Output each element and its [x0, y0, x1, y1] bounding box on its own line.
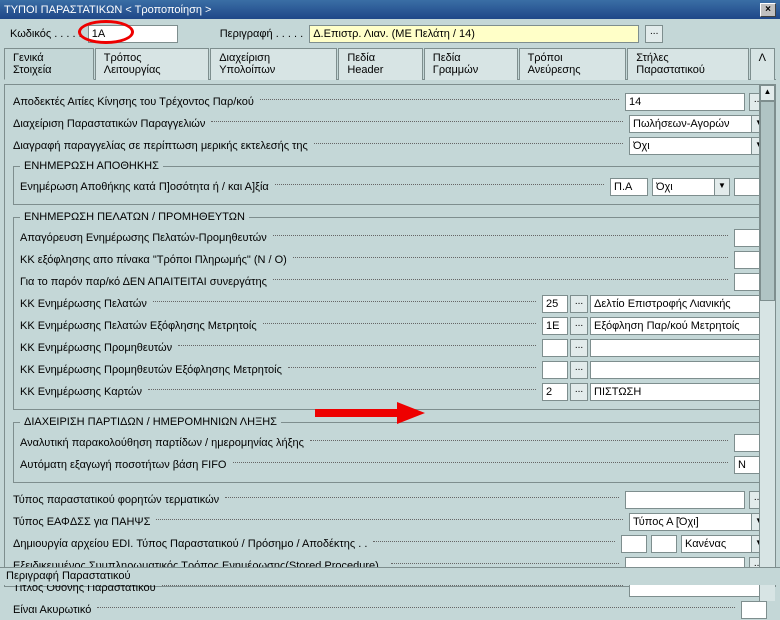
fs2r6-desc[interactable]: [590, 339, 760, 357]
fs2r5-desc[interactable]: [590, 317, 760, 335]
b3-label: Δημιουργία αρχείου EDI. Τύπος Παραστατικ…: [13, 538, 367, 550]
fs1r1-val1[interactable]: [610, 178, 648, 196]
kodikos-label: Κωδικός . . . . .: [10, 28, 82, 40]
fs2r7-label: ΚΚ Ενημέρωσης Προμηθευτών Εξόφλησης Μετρ…: [20, 364, 282, 376]
fs2r5-code[interactable]: [542, 317, 568, 335]
header-row: Κωδικός . . . . . Περιγραφή . . . . . ..…: [0, 19, 780, 47]
fs2r6-code[interactable]: [542, 339, 568, 357]
r3-label: Διαγραφή παραγγελίας σε περίπτωση μερική…: [13, 140, 308, 152]
window-title: ΤΥΠΟΙ ΠΑΡΑΣΤΑΤΙΚΩΝ < Τροποποίηση >: [4, 4, 211, 16]
fs2r6-lookup[interactable]: ...: [570, 339, 588, 357]
b3-combo[interactable]: [681, 535, 751, 553]
b3-v1[interactable]: [621, 535, 647, 553]
fs1r1-extra[interactable]: [734, 178, 760, 196]
tab-genika[interactable]: Γενικά Στοιχεία: [4, 48, 94, 80]
tab-more[interactable]: Λ: [750, 48, 775, 80]
fs2r8-desc[interactable]: [590, 383, 760, 401]
tab-ypoloipon[interactable]: Διαχείριση Υπολοίπων: [210, 48, 337, 80]
fs2r5-lookup[interactable]: ...: [570, 317, 588, 335]
tab-grammon[interactable]: Πεδία Γραμμών: [424, 48, 518, 80]
r1-label: Αποδεκτές Αιτίες Κίνησης του Τρέχοντος Π…: [13, 96, 254, 108]
tab-header[interactable]: Πεδία Header: [338, 48, 422, 80]
perigrafi-lookup-button[interactable]: ...: [645, 25, 663, 43]
fs2r2-input[interactable]: [734, 251, 760, 269]
pelaton-fieldset: ΕΝΗΜΕΡΩΣΗ ΠΕΛΑΤΩΝ / ΠΡΟΜΗΘΕΥΤΩΝ Απαγόρευ…: [13, 211, 767, 410]
pelaton-legend: ΕΝΗΜΕΡΩΣΗ ΠΕΛΑΤΩΝ / ΠΡΟΜΗΘΕΥΤΩΝ: [20, 211, 249, 223]
partidon-legend: ΔΙΑΧΕΙΡΙΣΗ ΠΑΡΤΙΔΩΝ / ΗΜΕΡΟΜΗΝΙΩΝ ΛΗΞΗΣ: [20, 416, 281, 428]
b2-combo[interactable]: [629, 513, 751, 531]
fs3r1-input[interactable]: [734, 434, 760, 452]
perigrafi-label: Περιγραφή . . . . .: [220, 28, 303, 40]
apothiki-legend: ΕΝΗΜΕΡΩΣΗ ΑΠΟΘΗΚΗΣ: [20, 160, 163, 172]
fs1r1-label: Ενημέρωση Αποθήκης κατά Π]οσότητα ή / κα…: [20, 181, 269, 193]
vertical-scrollbar[interactable]: ▲ ▼: [759, 85, 775, 601]
fs2r2-label: ΚΚ εξόφλησης απο πίνακα "Τρόποι Πληρωμής…: [20, 254, 287, 266]
r1-input[interactable]: [625, 93, 745, 111]
b6-input[interactable]: [741, 601, 767, 619]
fs2r8-lookup[interactable]: ...: [570, 383, 588, 401]
tab-stiles[interactable]: Στήλες Παραστατικού: [627, 48, 748, 80]
b1-input[interactable]: [625, 491, 745, 509]
fs2r1-label: Απαγόρευση Ενημέρωσης Πελατών-Προμηθευτώ…: [20, 232, 267, 244]
fs2r3-input[interactable]: [734, 273, 760, 291]
fs2r6-label: ΚΚ Ενημέρωσης Προμηθευτών: [20, 342, 172, 354]
r2-label: Διαχείριση Παραστατικών Παραγγελιών: [13, 118, 205, 130]
fs2r7-lookup[interactable]: ...: [570, 361, 588, 379]
fs2r4-lookup[interactable]: ...: [570, 295, 588, 313]
fs2r8-code[interactable]: [542, 383, 568, 401]
kodikos-input[interactable]: [88, 25, 178, 43]
fs1r1-combo[interactable]: [652, 178, 714, 196]
b2-label: Τύπος ΕΑΦΔΣΣ για ΠΑΗΨΣ: [13, 516, 150, 528]
fs3r1-label: Αναλυτική παρακολούθηση παρτίδων / ημερο…: [20, 437, 304, 449]
apothiki-fieldset: ΕΝΗΜΕΡΩΣΗ ΑΠΟΘΗΚΗΣ Ενημέρωση Αποθήκης κα…: [13, 160, 767, 205]
r3-combo[interactable]: [629, 137, 751, 155]
fs2r5-label: ΚΚ Ενημέρωσης Πελατών Εξόφλησης Μετρητοί…: [20, 320, 257, 332]
fs2r1-input[interactable]: [734, 229, 760, 247]
tabs: Γενικά Στοιχεία Τρόπος Λειτουργίας Διαχε…: [4, 47, 776, 80]
title-bar: ΤΥΠΟΙ ΠΑΡΑΣΤΑΤΙΚΩΝ < Τροποποίηση > ×: [0, 0, 780, 19]
tab-anevresis[interactable]: Τρόποι Ανεύρεσης: [519, 48, 627, 80]
fs2r4-label: ΚΚ Ενημέρωσης Πελατών: [20, 298, 147, 310]
fs1r1-combo-arrow[interactable]: ▼: [714, 178, 730, 196]
r2-combo[interactable]: [629, 115, 751, 133]
perigrafi-input[interactable]: [309, 25, 639, 43]
scroll-up-button[interactable]: ▲: [760, 85, 775, 101]
main-panel: Αποδεκτές Αιτίες Κίνησης του Τρέχοντος Π…: [4, 84, 776, 587]
fs2r7-code[interactable]: [542, 361, 568, 379]
fs2r3-label: Για το παρόν παρ/κό ΔΕΝ ΑΠΑΙΤΕΙΤΑΙ συνερ…: [20, 276, 267, 288]
b1-label: Τύπος παραστατικού φορητών τερματικών: [13, 494, 219, 506]
fs3r2-input[interactable]: [734, 456, 760, 474]
b3-v2[interactable]: [651, 535, 677, 553]
status-text: Περιγραφή Παραστατικού: [6, 570, 131, 582]
fs3r2-label: Αυτόματη εξαγωγή ποσοτήτων βάση FIFO: [20, 459, 227, 471]
fs2r7-desc[interactable]: [590, 361, 760, 379]
fs2r4-code[interactable]: [542, 295, 568, 313]
status-bar: Περιγραφή Παραστατικού: [0, 567, 780, 585]
fs2r8-label: ΚΚ Ενημέρωσης Καρτών: [20, 386, 142, 398]
b6-label: Είναι Ακυρωτικό: [13, 604, 91, 616]
partidon-fieldset: ΔΙΑΧΕΙΡΙΣΗ ΠΑΡΤΙΔΩΝ / ΗΜΕΡΟΜΗΝΙΩΝ ΛΗΞΗΣ …: [13, 416, 767, 483]
close-button[interactable]: ×: [760, 3, 776, 17]
fs2r4-desc[interactable]: [590, 295, 760, 313]
scroll-thumb[interactable]: [760, 101, 775, 301]
tab-tropos[interactable]: Τρόπος Λειτουργίας: [95, 48, 209, 80]
